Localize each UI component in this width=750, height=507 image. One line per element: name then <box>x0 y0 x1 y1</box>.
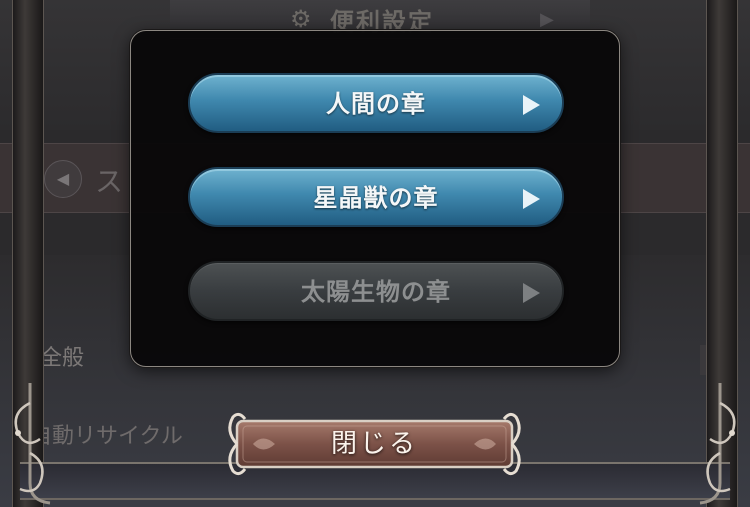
chapter-button-label: 星晶獣の章 <box>313 184 439 212</box>
chapter-button-label: 人間の章 <box>326 90 426 118</box>
chapter-button-human[interactable]: 人間の章 <box>188 73 564 133</box>
close-button-label: 閉じる <box>330 429 418 459</box>
close-button[interactable]: 閉じる <box>223 411 526 477</box>
ornament-right-icon <box>699 383 736 505</box>
chapter-button-primal-beast[interactable]: 星晶獣の章 <box>188 167 564 227</box>
chapter-select-modal: 人間の章 星晶獣の章 太陽生物の章 <box>130 30 620 367</box>
chevron-right-icon: ▶ <box>540 9 554 30</box>
background-band-text: ス <box>95 165 124 198</box>
left-arrow-icon: ◀ <box>44 160 82 198</box>
play-triangle-icon <box>523 283 540 303</box>
play-triangle-icon <box>523 189 540 209</box>
background-section-general: 全般 <box>40 346 85 371</box>
chapter-button-label: 太陽生物の章 <box>301 278 451 306</box>
ornament-left-icon <box>14 383 51 505</box>
chapter-button-sun-creature: 太陽生物の章 <box>188 261 564 321</box>
gear-icon: ⚙ <box>290 5 312 33</box>
play-triangle-icon <box>523 95 540 115</box>
